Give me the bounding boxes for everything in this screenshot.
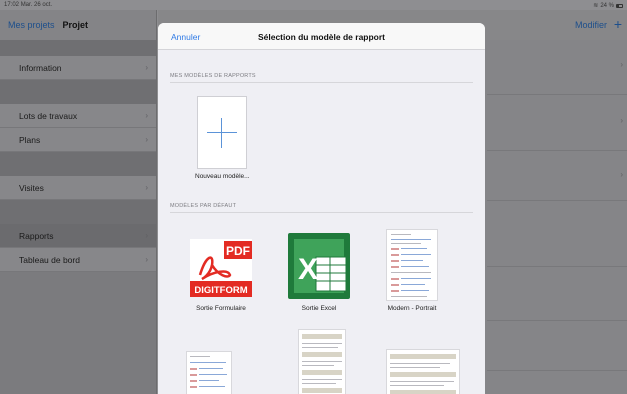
chevron-right-icon: › xyxy=(145,183,148,192)
row-divider xyxy=(487,266,627,267)
sidebar-item-lots[interactable]: Lots de travaux › xyxy=(0,104,156,128)
default-model-partial-1[interactable] xyxy=(186,351,232,394)
sidebar-item-label: Visites xyxy=(19,182,44,193)
back-button[interactable]: Mes projets xyxy=(8,20,55,30)
status-bar: 17:02 Mar. 26 oct. ≋ 24 % xyxy=(0,0,627,10)
modal-header: Annuler Sélection du modèle de rapport xyxy=(158,23,485,50)
status-indicators: ≋ 24 % xyxy=(593,2,623,9)
sidebar-spacer xyxy=(0,200,156,224)
excel-logo-icon: X xyxy=(288,233,350,299)
chevron-right-icon: › xyxy=(145,111,148,120)
report-thumbnail xyxy=(186,351,232,394)
sidebar-item-label: Tableau de bord xyxy=(19,254,80,265)
template-picker-modal: Annuler Sélection du modèle de rapport M… xyxy=(158,23,485,394)
chevron-right-icon[interactable]: › xyxy=(620,116,623,125)
default-model-label: Modern - Portrait xyxy=(387,305,437,312)
new-model-label: Nouveau modèle... xyxy=(195,173,250,180)
row-divider xyxy=(487,370,627,371)
wifi-icon: ≋ xyxy=(593,3,599,9)
default-model-label: Sortie Formulaire xyxy=(196,305,246,312)
default-model-partial-2[interactable] xyxy=(298,329,346,394)
sidebar-spacer xyxy=(0,152,156,176)
new-model-tile[interactable]: Nouveau modèle... xyxy=(195,96,250,180)
status-time: 17:02 Mar. 26 oct. xyxy=(4,2,53,8)
chevron-right-icon: › xyxy=(145,63,148,72)
default-model-modern-portrait[interactable]: Modern - Portrait xyxy=(386,229,438,312)
add-icon[interactable]: + xyxy=(614,16,622,32)
section-divider xyxy=(170,82,473,83)
sidebar-item-label: Information xyxy=(19,62,62,73)
default-model-partial-3[interactable] xyxy=(386,349,460,394)
sidebar-item-tableau-de-bord[interactable]: Tableau de bord › xyxy=(0,248,156,272)
report-thumbnail xyxy=(298,329,346,394)
digitform-text: DIGITFORM xyxy=(194,285,247,296)
chevron-right-icon: › xyxy=(145,231,148,240)
excel-logo-text: X xyxy=(298,253,318,286)
default-model-label: Sortie Excel xyxy=(301,305,337,312)
row-divider xyxy=(487,150,627,151)
sidebar-item-label: Plans xyxy=(19,134,41,145)
battery-icon xyxy=(616,3,623,8)
sidebar: Mes projets Projet Information › Lots de… xyxy=(0,10,157,394)
chevron-right-icon[interactable]: › xyxy=(620,60,623,69)
sidebar-spacer xyxy=(0,40,156,56)
my-models-header: MES MODÈLES DE RAPPORTS xyxy=(170,73,256,79)
sidebar-item-information[interactable]: Information › xyxy=(0,56,156,80)
modal-title: Sélection du modèle de rapport xyxy=(257,32,386,42)
sidebar-item-label: Lots de travaux xyxy=(19,110,78,121)
chevron-right-icon[interactable]: › xyxy=(620,170,623,179)
sidebar-item-visites[interactable]: Visites › xyxy=(0,176,156,200)
sidebar-item-rapports[interactable]: Rapports › xyxy=(0,224,156,248)
section-divider xyxy=(170,212,473,213)
plus-icon xyxy=(207,117,238,148)
default-models-header: MODÈLES PAR DÉFAUT xyxy=(170,203,237,209)
chevron-right-icon: › xyxy=(145,135,148,144)
default-model-formulaire[interactable]: PDF DIGITFORM Sortie Formulaire xyxy=(188,235,254,312)
row-divider xyxy=(487,94,627,95)
portrait-thumbnail xyxy=(386,229,438,301)
row-divider xyxy=(487,320,627,321)
sidebar-item-plans[interactable]: Plans › xyxy=(0,128,156,152)
default-model-excel[interactable]: X Sortie Excel xyxy=(286,231,352,312)
pdf-logo-icon: PDF DIGITFORM xyxy=(190,239,252,297)
chevron-right-icon: › xyxy=(145,255,148,264)
sidebar-title: Projet xyxy=(62,20,89,30)
pdf-logo-text: PDF xyxy=(226,244,250,258)
sidebar-item-label: Rapports xyxy=(19,230,54,241)
sidebar-spacer xyxy=(0,80,156,104)
sidebar-header: Mes projets Projet xyxy=(0,10,156,40)
report-thumbnail xyxy=(386,349,460,394)
battery-label: 24 % xyxy=(600,2,614,9)
new-model-card[interactable] xyxy=(197,96,248,169)
modify-button[interactable]: Modifier xyxy=(575,20,607,30)
row-divider xyxy=(487,200,627,201)
